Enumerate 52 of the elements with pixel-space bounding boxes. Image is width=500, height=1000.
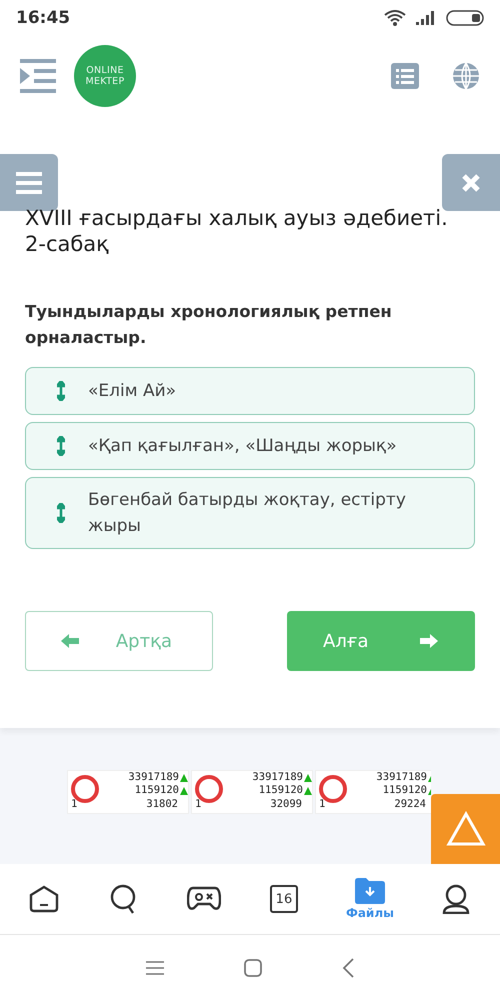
back-icon[interactable] [342,958,354,978]
close-icon [461,172,481,192]
ad-number: 33917189 [252,771,303,784]
menu-button[interactable] [0,154,58,211]
status-time: 16:45 [16,8,70,28]
nav-label: Файлы [346,906,394,920]
ad-number: 33917189 [376,771,427,784]
lesson-title: XVIII ғасырдағы халық ауыз әдебиеті. 2-сабақ [24,205,449,257]
question-text: Туындыларды хронологиялық ретпен орналастыр. [24,301,393,349]
ad-number: 1 [195,798,202,811]
wifi-icon [384,10,406,26]
ad-number: 1 [319,798,326,811]
square-icon[interactable] [244,958,262,976]
house-icon [29,885,59,913]
calendar-icon: 16 [270,885,298,913]
ad-tile[interactable]: 33917189 1159120 1 31802 [67,770,189,814]
sidebar-toggle-icon[interactable] [20,59,56,93]
ad-number: 33917189 [128,771,179,784]
arrow-right-icon [419,633,439,649]
warning-icon [446,811,486,847]
drag-handle-icon[interactable] [57,381,65,401]
sortable-option[interactable]: «Елім Ай» [25,367,475,415]
report-button[interactable] [431,794,500,864]
search-icon [110,884,138,914]
option-text: «Қап қағылған», «Шаңды жорық» [88,435,397,458]
ad-number: 32099 [270,798,302,811]
ad-number: 1159120 [258,784,303,797]
drag-handle-icon[interactable] [57,436,65,456]
option-text: Бөгенбай батырды жоқтау, естірту жыры [88,489,407,538]
ad-tile[interactable]: 33917189 1159120 1 29224 [315,770,431,814]
option-text: «Елім Ай» [88,380,176,403]
battery-icon [446,10,484,26]
ad-number: 1159120 [382,784,427,797]
drag-handle-icon[interactable] [57,503,65,523]
arrow-left-icon [60,633,80,649]
ad-number: 1159120 [134,784,179,797]
sortable-option[interactable]: Бөгенбай батырды жоқтау, естірту жыры [25,477,475,549]
folder-icon [354,878,385,904]
ad-tile[interactable]: 33917189 1159120 1 32099 [191,770,313,814]
menu-icon[interactable] [146,960,164,974]
ad-number: 29224 [394,798,426,811]
menu-icon [16,172,42,194]
ad-number: 1 [71,798,78,811]
signal-icon [416,11,436,25]
globe-icon[interactable] [452,62,480,90]
nav-tab[interactable]: 16 [266,885,302,913]
sortable-option[interactable]: «Қап қағылған», «Шаңды жорық» [25,422,475,470]
ad-number: 31802 [146,798,178,811]
nav-tab[interactable] [186,886,222,912]
list-icon[interactable] [391,63,419,89]
user-icon [442,884,470,914]
gamepad-icon [186,886,221,912]
